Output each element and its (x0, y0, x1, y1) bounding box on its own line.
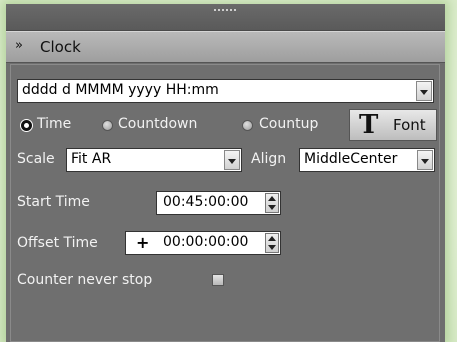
radio-time[interactable] (21, 120, 32, 131)
font-T-icon: T (359, 110, 379, 140)
clock-panel: » Clock dddd d MMMM yyyy HH:mm Time Coun… (6, 4, 445, 342)
format-value: dddd d MMMM yyyy HH:mm (22, 82, 219, 98)
format-dropdown[interactable]: dddd d MMMM yyyy HH:mm (17, 79, 434, 103)
radio-countdown-label: Countdown (118, 116, 198, 132)
radio-countup[interactable] (242, 120, 253, 131)
offset-time-value: 00:00:00:00 (163, 234, 249, 250)
font-button[interactable]: T Font (349, 109, 437, 141)
spinner-arrows[interactable] (265, 233, 279, 253)
align-label: Align (251, 151, 287, 167)
offset-time-spinner[interactable]: + 00:00:00:00 (125, 231, 281, 255)
scale-label: Scale (17, 151, 55, 167)
dropdown-arrow-icon[interactable] (224, 150, 240, 170)
start-time-value: 00:45:00:00 (163, 194, 249, 210)
panel-title: Clock (40, 38, 81, 56)
spin-down-icon[interactable] (268, 205, 276, 210)
panel-header[interactable]: » Clock (6, 31, 445, 63)
panel-drag-bar[interactable] (6, 4, 445, 31)
panel-content: dddd d MMMM yyyy HH:mm Time Countdown Co… (10, 64, 440, 342)
start-time-spinner[interactable]: 00:45:00:00 (156, 191, 281, 215)
scale-value: Fit AR (71, 151, 112, 167)
radio-countdown[interactable] (102, 120, 113, 131)
counter-never-stop-label: Counter never stop (17, 272, 153, 288)
radio-time-label: Time (37, 116, 72, 132)
radio-countup-label: Countup (259, 116, 319, 132)
offset-time-label: Offset Time (17, 235, 98, 251)
spin-down-icon[interactable] (268, 245, 276, 250)
font-button-label: Font (393, 116, 426, 134)
dropdown-arrow-icon[interactable] (417, 150, 433, 170)
chevron-double-down-icon[interactable]: » (15, 39, 23, 53)
align-dropdown[interactable]: MiddleCenter (299, 148, 435, 172)
spin-up-icon[interactable] (268, 196, 276, 201)
dropdown-arrow-icon[interactable] (416, 81, 432, 101)
offset-sign: + (136, 233, 150, 252)
counter-never-stop-checkbox[interactable] (212, 274, 224, 286)
align-value: MiddleCenter (304, 151, 398, 167)
drag-grip-icon[interactable] (214, 9, 236, 14)
scale-dropdown[interactable]: Fit AR (66, 148, 242, 172)
start-time-label: Start Time (17, 194, 90, 210)
spin-up-icon[interactable] (268, 236, 276, 241)
spinner-arrows[interactable] (265, 193, 279, 213)
